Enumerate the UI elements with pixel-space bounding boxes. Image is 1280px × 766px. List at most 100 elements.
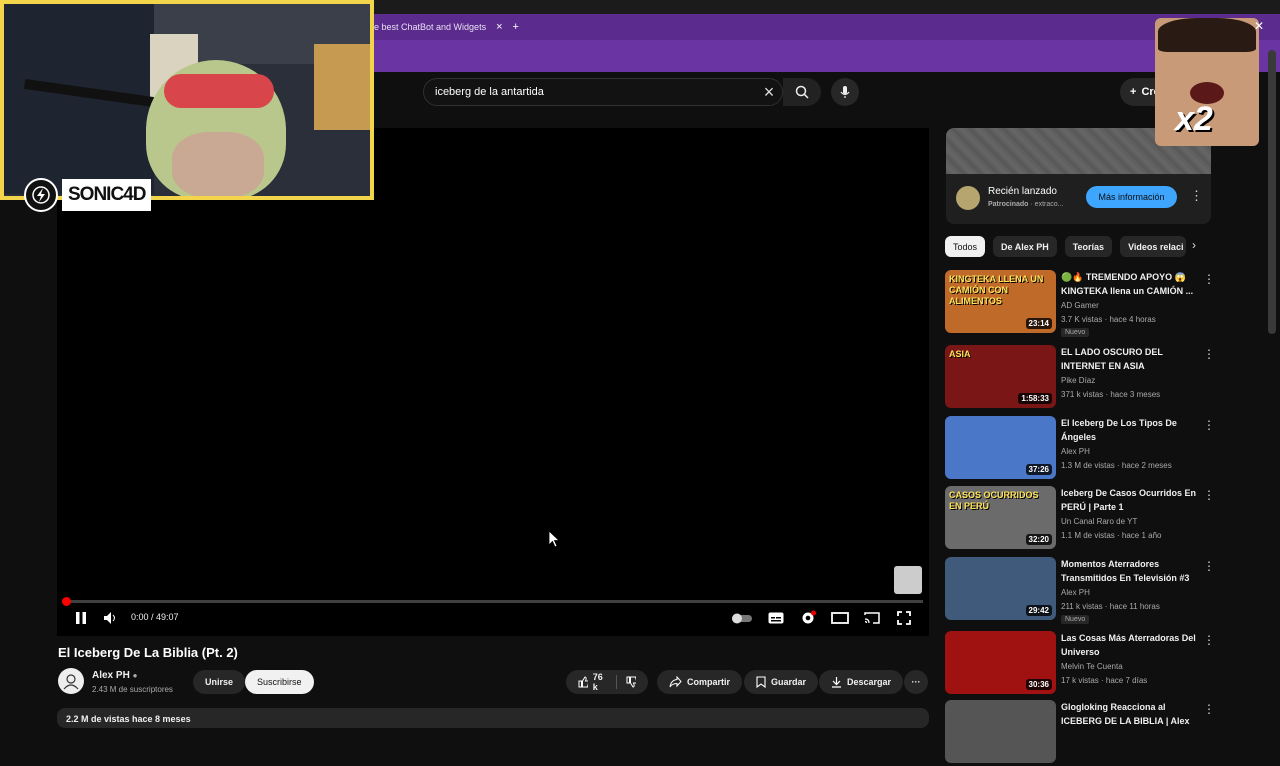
search-input[interactable]: iceberg de la antartida — [423, 78, 783, 106]
search-button[interactable] — [783, 78, 821, 106]
video-title: El Iceberg De La Biblia (Pt. 2) — [58, 645, 238, 660]
channel-name[interactable]: Alex PH ● — [92, 670, 137, 681]
like-dislike-group: 76 k — [566, 670, 648, 694]
video-title[interactable]: 🟢🔥 TREMENDO APOYO 😱 KINGTEKA llena un CA… — [1061, 270, 1201, 298]
settings-button[interactable] — [798, 608, 818, 628]
volume-icon — [104, 612, 115, 624]
ad-more-info-button[interactable]: Más información — [1086, 186, 1177, 208]
save-button[interactable]: Guardar — [744, 670, 819, 694]
video-thumbnail[interactable]: CASOS OCURRIDOS EN PERÚ 32:20 — [945, 486, 1056, 549]
pause-button[interactable] — [71, 608, 91, 628]
video-thumbnail[interactable]: 37:26 — [945, 416, 1056, 479]
channel-name[interactable]: AD Gamer — [1061, 301, 1099, 310]
webcam-poster — [314, 44, 370, 130]
chip-teorias[interactable]: Teorías — [1064, 236, 1113, 257]
share-label: Compartir — [687, 677, 731, 687]
tab-close-icon[interactable]: × — [496, 21, 502, 33]
voice-search-button[interactable] — [831, 78, 859, 106]
channel-name[interactable]: Alex PH — [1061, 588, 1090, 597]
view-count: 17 k vistas · hace 7 días — [1061, 676, 1148, 685]
thumbnail-text: KINGTEKA LLENA UN CAMIÓN CON ALIMENTOS — [949, 274, 1044, 306]
more-vertical-icon[interactable]: ⋮ — [1203, 488, 1215, 502]
more-vertical-icon[interactable]: ⋮ — [1203, 633, 1215, 647]
like-button[interactable]: 76 k — [578, 672, 607, 692]
thumbs-up-icon — [578, 676, 588, 688]
video-thumbnail[interactable]: 29:42 — [945, 557, 1056, 620]
chevron-right-icon[interactable]: › — [1192, 238, 1196, 252]
reaction-hair — [1158, 18, 1256, 52]
progress-bar[interactable] — [65, 600, 923, 603]
more-vertical-icon[interactable]: ⋮ — [1203, 347, 1215, 361]
video-title[interactable]: Las Cosas Más Aterradoras Del Universo — [1061, 631, 1201, 659]
more-vertical-icon[interactable]: ⋮ — [1203, 559, 1215, 573]
progress-scrubber[interactable] — [62, 597, 71, 606]
theater-mode-button[interactable] — [830, 608, 850, 628]
subscribe-button[interactable]: Suscribirse — [245, 670, 314, 694]
recommendation-item[interactable]: 37:26 El Iceberg De Los Tipos De Ángeles… — [945, 416, 1215, 482]
channel-name[interactable]: Pike Díaz — [1061, 376, 1095, 385]
browser-tab[interactable]: e best ChatBot and Widgets × + — [370, 14, 519, 40]
recommendation-item[interactable]: KINGTEKA LLENA UN CAMIÓN CON ALIMENTOS 2… — [945, 270, 1215, 337]
chip-de-alex-ph[interactable]: De Alex PH — [993, 236, 1057, 257]
bookmark-icon — [756, 676, 766, 688]
channel-watermark[interactable] — [894, 566, 922, 594]
video-title[interactable]: Glogloking Reacciona al ICEBERG DE LA BI… — [1061, 700, 1201, 728]
video-thumbnail[interactable] — [945, 700, 1056, 763]
subtitles-button[interactable] — [766, 608, 786, 628]
more-vertical-icon[interactable]: ⋮ — [1203, 272, 1215, 286]
volume-button[interactable] — [100, 608, 120, 628]
stream-logo: SONIC4D — [24, 178, 164, 212]
chip-videos-relacionados[interactable]: Videos relaci — [1120, 236, 1187, 257]
autoplay-toggle-icon — [732, 613, 752, 624]
ad-title[interactable]: Recién lanzado — [988, 186, 1057, 197]
description-box[interactable]: 2.2 M de vistas hace 8 meses — [57, 708, 929, 728]
video-title[interactable]: Iceberg De Casos Ocurridos En PERÚ | Par… — [1061, 486, 1201, 514]
video-thumbnail[interactable]: 30:36 — [945, 631, 1056, 694]
webcam-face — [172, 132, 264, 196]
search-icon — [795, 85, 809, 99]
cast-button[interactable] — [862, 608, 882, 628]
download-button[interactable]: Descargar — [819, 670, 904, 694]
channel-name[interactable]: Alex PH — [1061, 447, 1090, 456]
join-button[interactable]: Unirse — [193, 670, 246, 694]
recommendation-item[interactable]: CASOS OCURRIDOS EN PERÚ 32:20 Iceberg De… — [945, 486, 1215, 552]
recommendation-item[interactable]: 30:36 Las Cosas Más Aterradoras Del Univ… — [945, 631, 1215, 697]
recommendation-item[interactable]: 29:42 Momentos Aterradores Transmitidos … — [945, 557, 1215, 624]
video-player[interactable] — [57, 128, 929, 636]
channel-avatar[interactable] — [58, 668, 84, 694]
filter-chips: Todos De Alex PH Teorías Videos relaci — [945, 236, 1187, 257]
clear-search-icon[interactable]: × — [759, 82, 779, 102]
channel-name-text: Alex PH — [92, 670, 130, 681]
download-label: Descargar — [847, 677, 892, 687]
video-title[interactable]: Momentos Aterradores Transmitidos En Tel… — [1061, 557, 1201, 585]
fullscreen-button[interactable] — [894, 608, 914, 628]
ad-logo[interactable] — [956, 186, 980, 210]
chip-todos[interactable]: Todos — [945, 236, 986, 257]
recommendation-item[interactable]: Glogloking Reacciona al ICEBERG DE LA BI… — [945, 700, 1215, 766]
more-vertical-icon[interactable]: ⋮ — [1190, 188, 1203, 204]
view-count: 3.7 K vistas · hace 4 horas — [1061, 315, 1156, 324]
video-thumbnail[interactable]: ASIA 1:58:33 — [945, 345, 1056, 408]
video-thumbnail[interactable]: KINGTEKA LLENA UN CAMIÓN CON ALIMENTOS 2… — [945, 270, 1056, 333]
webcam-hat-band — [164, 74, 274, 108]
microphone-icon — [840, 86, 850, 98]
close-icon[interactable]: ✕ — [1254, 19, 1264, 33]
channel-name[interactable]: Un Canal Raro de YT — [1061, 517, 1137, 526]
recommendation-item[interactable]: ASIA 1:58:33 EL LADO OSCURO DEL INTERNET… — [945, 345, 1215, 411]
video-title[interactable]: El Iceberg De Los Tipos De Ángeles — [1061, 416, 1201, 444]
share-button[interactable]: Compartir — [657, 670, 743, 694]
tab-title: e best ChatBot and Widgets — [374, 22, 487, 32]
thumbnail-text: ASIA — [949, 349, 971, 359]
video-duration: 1:58:33 — [1018, 393, 1052, 404]
new-tab-icon[interactable]: + — [513, 21, 519, 33]
more-vertical-icon[interactable]: ⋮ — [1203, 702, 1215, 716]
more-vertical-icon[interactable]: ⋮ — [1203, 418, 1215, 432]
video-title[interactable]: EL LADO OSCURO DEL INTERNET EN ASIA — [1061, 345, 1201, 373]
channel-name[interactable]: Melvin Te Cuenta — [1061, 662, 1123, 671]
autoplay-toggle[interactable] — [731, 608, 753, 628]
thumbs-down-icon[interactable] — [626, 676, 636, 688]
video-duration: 30:36 — [1025, 679, 1052, 690]
video-duration: 23:14 — [1025, 318, 1052, 329]
scrollbar[interactable] — [1268, 50, 1276, 334]
more-actions-button[interactable]: ··· — [904, 670, 928, 694]
